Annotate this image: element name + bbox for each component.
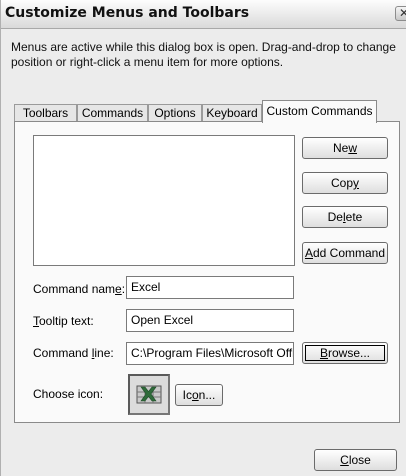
custom-commands-list[interactable] <box>33 135 295 266</box>
dialog-title: Customize Menus and Toolbars <box>5 5 250 21</box>
tab-keyboard[interactable]: Keyboard <box>202 104 262 122</box>
command-line-field[interactable]: C:\Program Files\Microsoft Offi <box>126 342 294 365</box>
description-line-1: Menus are active while this dialog box i… <box>11 40 396 54</box>
icon-button[interactable]: Icon... <box>175 384 223 406</box>
tooltip-text-field[interactable]: Open Excel <box>126 309 294 332</box>
command-name-field[interactable]: Excel <box>126 276 294 299</box>
selected-icon-preview <box>128 374 170 415</box>
tab-options[interactable]: Options <box>148 104 202 122</box>
tab-custom-commands[interactable]: Custom Commands <box>262 100 377 123</box>
copy-button[interactable]: Copy <box>302 172 388 194</box>
tab-commands[interactable]: Commands <box>77 104 148 122</box>
command-name-label: Command name: <box>33 282 126 296</box>
add-command-button[interactable]: Add Command <box>302 242 388 264</box>
excel-icon <box>136 385 162 404</box>
delete-button[interactable]: Delete <box>302 206 388 228</box>
command-line-label: Command line: <box>33 346 114 360</box>
browse-button[interactable]: Browse... <box>302 342 388 364</box>
title-bar: Customize Menus and Toolbars ✕ <box>1 0 406 29</box>
close-button[interactable]: Close <box>314 449 397 471</box>
close-icon: ✕ <box>399 6 406 20</box>
description-line-2: position or right-click a menu item for … <box>11 55 284 69</box>
new-button[interactable]: New <box>302 137 388 159</box>
close-window-button[interactable]: ✕ <box>395 6 406 21</box>
tab-toolbars[interactable]: Toolbars <box>14 104 77 122</box>
dialog-description: Menus are active while this dialog box i… <box>11 40 406 70</box>
tooltip-text-label: Tooltip text: <box>33 314 94 328</box>
choose-icon-label: Choose icon: <box>33 387 104 401</box>
customize-dialog: Customize Menus and Toolbars ✕ Menus are… <box>0 0 406 476</box>
